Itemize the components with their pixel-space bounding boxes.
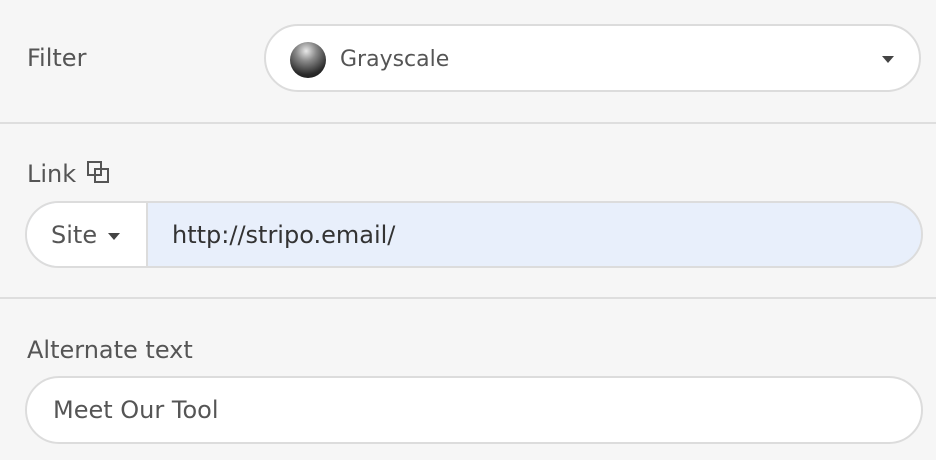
caret-down-icon bbox=[882, 56, 894, 63]
alt-text-input[interactable] bbox=[25, 376, 923, 444]
link-type-dropdown[interactable]: Site bbox=[27, 203, 148, 266]
link-copy-icon[interactable] bbox=[86, 160, 112, 186]
grayscale-preview-icon bbox=[290, 42, 326, 78]
section-divider bbox=[0, 122, 936, 124]
filter-select[interactable]: Grayscale bbox=[264, 24, 921, 92]
link-label: Link bbox=[27, 160, 77, 188]
link-url-input[interactable] bbox=[148, 203, 921, 266]
filter-label: Filter bbox=[27, 44, 87, 72]
caret-down-icon bbox=[108, 233, 120, 240]
section-divider bbox=[0, 297, 936, 299]
image-settings-panel: Filter Grayscale Link Site Alternate tex… bbox=[0, 0, 936, 460]
link-type-label: Site bbox=[51, 221, 98, 249]
alt-text-label: Alternate text bbox=[27, 336, 193, 364]
filter-selected-value: Grayscale bbox=[340, 47, 450, 72]
link-input-group: Site bbox=[25, 201, 923, 268]
